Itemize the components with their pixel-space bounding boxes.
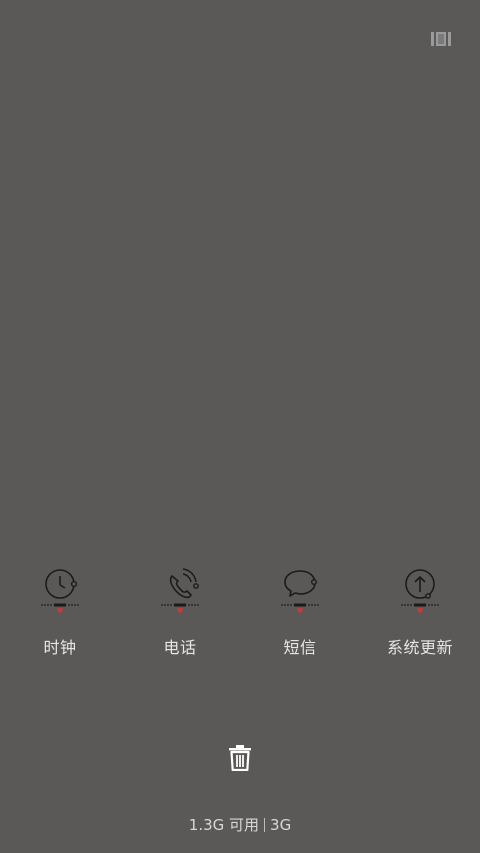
app-label-phone: 电话 — [163, 638, 197, 657]
clear-all-button[interactable] — [226, 743, 254, 773]
clock-icon — [41, 569, 79, 613]
recent-apps-row: 时钟 电话 短信 系统更新 — [0, 566, 480, 666]
app-clock[interactable]: 时钟 — [0, 566, 120, 666]
trash-icon — [229, 745, 251, 771]
app-label-messages: 短信 — [283, 638, 317, 657]
layout-toggle-button[interactable] — [430, 30, 452, 48]
memory-divider — [264, 818, 266, 832]
recent-apps-screen: 时钟 电话 短信 系统更新 1.3G 可用 3G — [0, 0, 480, 853]
app-messages[interactable]: 短信 — [240, 566, 360, 666]
memory-available: 1.3G 可用 — [188, 816, 260, 834]
app-label-clock: 时钟 — [43, 638, 77, 657]
app-label-system-update: 系统更新 — [386, 638, 453, 657]
app-system-update[interactable]: 系统更新 — [360, 566, 480, 666]
memory-total: 3G — [270, 816, 292, 834]
phone-icon — [161, 568, 199, 613]
system-update-icon — [401, 569, 439, 613]
memory-status: 1.3G 可用 3G — [0, 814, 480, 835]
message-icon — [281, 570, 319, 613]
recent-apps-layout-icon — [431, 32, 451, 46]
app-phone[interactable]: 电话 — [120, 566, 240, 666]
